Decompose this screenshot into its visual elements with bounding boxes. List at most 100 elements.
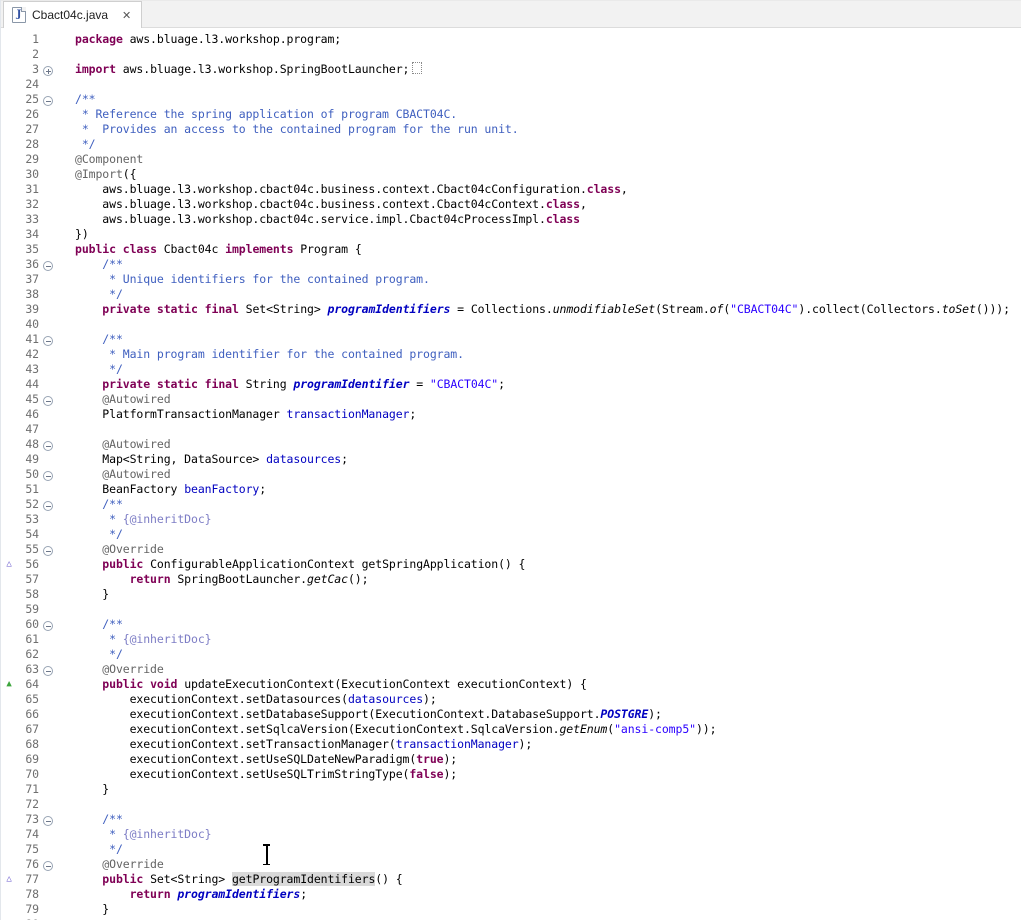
code-line[interactable]: 58 }	[1, 587, 1021, 602]
line-number[interactable]: 75	[17, 842, 39, 857]
fold-collapse-icon[interactable]	[43, 861, 53, 871]
line-number[interactable]: 66	[17, 707, 39, 722]
line-number[interactable]: 46	[17, 407, 39, 422]
code-line[interactable]: 1package aws.bluage.l3.workshop.program;	[1, 32, 1021, 47]
code-line[interactable]: 63 @Override	[1, 662, 1021, 677]
line-number[interactable]: 65	[17, 692, 39, 707]
fold-collapse-icon[interactable]	[43, 261, 53, 271]
code-line[interactable]: 41 /**	[1, 332, 1021, 347]
line-number[interactable]: 40	[17, 317, 39, 332]
code-line[interactable]: 46 PlatformTransactionManager transactio…	[1, 407, 1021, 422]
line-number[interactable]: 68	[17, 737, 39, 752]
code-line[interactable]: 49 Map<String, DataSource> datasources;	[1, 452, 1021, 467]
code-line[interactable]: △56 public ConfigurableApplicationContex…	[1, 557, 1021, 572]
line-number[interactable]: 64	[17, 677, 39, 692]
code-line[interactable]: 45 @Autowired	[1, 392, 1021, 407]
line-number[interactable]: 31	[17, 182, 39, 197]
fold-collapse-icon[interactable]	[43, 666, 53, 676]
line-number[interactable]: 49	[17, 452, 39, 467]
code-line[interactable]: 38 */	[1, 287, 1021, 302]
line-number[interactable]: 51	[17, 482, 39, 497]
code-line[interactable]: 34})	[1, 227, 1021, 242]
line-number[interactable]: 42	[17, 347, 39, 362]
line-number[interactable]: 34	[17, 227, 39, 242]
fold-expand-icon[interactable]	[43, 66, 53, 76]
line-number[interactable]: 33	[17, 212, 39, 227]
line-number[interactable]: 38	[17, 287, 39, 302]
line-number[interactable]: 25	[17, 92, 39, 107]
line-number[interactable]: 43	[17, 362, 39, 377]
line-number[interactable]: 72	[17, 797, 39, 812]
line-number[interactable]: 55	[17, 542, 39, 557]
code-line[interactable]: 50 @Autowired	[1, 467, 1021, 482]
fold-collapse-icon[interactable]	[43, 396, 53, 406]
code-line[interactable]: 66 executionContext.setDatabaseSupport(E…	[1, 707, 1021, 722]
code-line[interactable]: 27 * Provides an access to the contained…	[1, 122, 1021, 137]
line-number[interactable]: 60	[17, 617, 39, 632]
line-number[interactable]: 50	[17, 467, 39, 482]
code-line[interactable]: 24	[1, 77, 1021, 92]
code-line[interactable]: 42 * Main program identifier for the con…	[1, 347, 1021, 362]
code-line[interactable]: 76 @Override	[1, 857, 1021, 872]
line-number[interactable]: 48	[17, 437, 39, 452]
code-line[interactable]: 61 * {@inheritDoc}	[1, 632, 1021, 647]
fold-collapse-icon[interactable]	[43, 336, 53, 346]
line-number[interactable]: 73	[17, 812, 39, 827]
code-line[interactable]: 60 /**	[1, 617, 1021, 632]
code-line[interactable]: 69 executionContext.setUseSQLDateNewPara…	[1, 752, 1021, 767]
fold-collapse-icon[interactable]	[43, 96, 53, 106]
code-line[interactable]: 32 aws.bluage.l3.workshop.cbact04c.busin…	[1, 197, 1021, 212]
line-number[interactable]: 78	[17, 887, 39, 902]
line-number[interactable]: 24	[17, 77, 39, 92]
code-line[interactable]: 28 */	[1, 137, 1021, 152]
line-number[interactable]: 69	[17, 752, 39, 767]
line-number[interactable]: 29	[17, 152, 39, 167]
code-line[interactable]: ▲64 public void updateExecutionContext(E…	[1, 677, 1021, 692]
line-number[interactable]: 3	[17, 62, 39, 77]
code-line[interactable]: 68 executionContext.setTransactionManage…	[1, 737, 1021, 752]
code-line[interactable]: 47	[1, 422, 1021, 437]
line-number[interactable]: 67	[17, 722, 39, 737]
line-number[interactable]: 47	[17, 422, 39, 437]
code-line[interactable]: 57 return SpringBootLauncher.getCac();	[1, 572, 1021, 587]
code-line[interactable]: 79 }	[1, 902, 1021, 917]
fold-collapse-icon[interactable]	[43, 546, 53, 556]
line-number[interactable]: 61	[17, 632, 39, 647]
code-line[interactable]: 39 private static final Set<String> prog…	[1, 302, 1021, 317]
line-number[interactable]: 74	[17, 827, 39, 842]
line-number[interactable]: 59	[17, 602, 39, 617]
code-line[interactable]: 40	[1, 317, 1021, 332]
code-line[interactable]: 48 @Autowired	[1, 437, 1021, 452]
code-line[interactable]: 67 executionContext.setSqlcaVersion(Exec…	[1, 722, 1021, 737]
code-line[interactable]: 36 /**	[1, 257, 1021, 272]
fold-collapse-icon[interactable]	[43, 501, 53, 511]
code-line[interactable]: 26 * Reference the spring application of…	[1, 107, 1021, 122]
code-line[interactable]: △77 public Set<String> getProgramIdentif…	[1, 872, 1021, 887]
line-number[interactable]: 30	[17, 167, 39, 182]
line-number[interactable]: 28	[17, 137, 39, 152]
code-line[interactable]: 30@Import({	[1, 167, 1021, 182]
collapsed-code-icon[interactable]	[412, 62, 422, 74]
line-number[interactable]: 53	[17, 512, 39, 527]
line-number[interactable]: 52	[17, 497, 39, 512]
code-line[interactable]: 55 @Override	[1, 542, 1021, 557]
line-number[interactable]: 41	[17, 332, 39, 347]
code-line[interactable]: 44 private static final String programId…	[1, 377, 1021, 392]
code-line[interactable]: 2	[1, 47, 1021, 62]
code-line[interactable]: 51 BeanFactory beanFactory;	[1, 482, 1021, 497]
line-number[interactable]: 36	[17, 257, 39, 272]
code-line[interactable]: 74 * {@inheritDoc}	[1, 827, 1021, 842]
code-line[interactable]: 72	[1, 797, 1021, 812]
line-number[interactable]: 37	[17, 272, 39, 287]
code-line[interactable]: 71 }	[1, 782, 1021, 797]
line-number[interactable]: 1	[17, 32, 39, 47]
code-line[interactable]: 3import aws.bluage.l3.workshop.SpringBoo…	[1, 62, 1021, 77]
line-number[interactable]: 62	[17, 647, 39, 662]
line-number[interactable]: 45	[17, 392, 39, 407]
fold-collapse-icon[interactable]	[43, 471, 53, 481]
tab-cbact04c-java[interactable]: J Cbact04c.java ✕	[3, 1, 142, 28]
code-line[interactable]: 73 /**	[1, 812, 1021, 827]
line-number[interactable]: 76	[17, 857, 39, 872]
line-number[interactable]: 26	[17, 107, 39, 122]
code-line[interactable]: 54 */	[1, 527, 1021, 542]
